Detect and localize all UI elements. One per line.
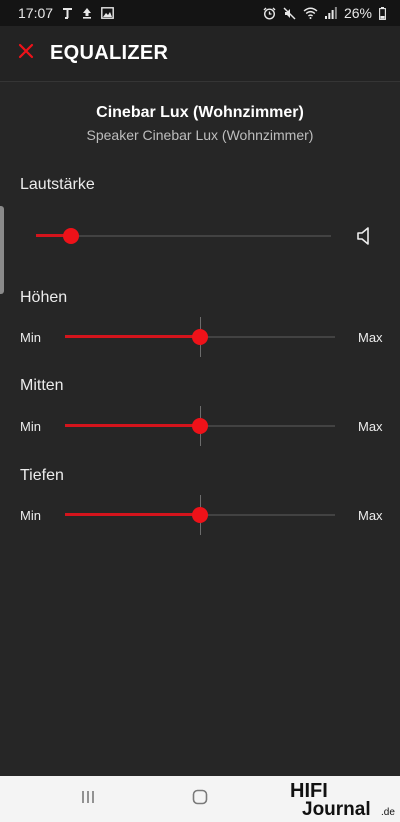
mid-slider[interactable] (65, 406, 335, 446)
mid-label: Mitten (20, 377, 64, 394)
volume-slider[interactable] (36, 216, 331, 256)
wifi-icon (303, 7, 318, 19)
mid-fill (65, 424, 200, 427)
treble-thumb[interactable] (192, 329, 208, 345)
bass-max-label: Max (358, 508, 383, 523)
speaker-icon[interactable] (356, 226, 374, 246)
app-bar: EQUALIZER (0, 26, 400, 82)
status-bar: 17:07 26% (0, 0, 400, 26)
treble-min-label: Min (20, 330, 41, 345)
battery-percent: 26% (343, 5, 372, 21)
bass-slider[interactable] (65, 495, 335, 535)
page-title: EQUALIZER (50, 42, 169, 64)
mid-thumb[interactable] (192, 418, 208, 434)
notification-t-icon (62, 7, 73, 19)
close-button[interactable] (0, 26, 50, 82)
device-info: Cinebar Lux (Wohnzimmer) Speaker Cinebar… (0, 104, 400, 143)
close-icon (18, 43, 34, 64)
signal-icon (324, 7, 337, 19)
treble-slider[interactable] (65, 317, 335, 357)
bass-fill (65, 513, 200, 516)
battery-icon (379, 6, 386, 20)
home-icon (192, 789, 208, 810)
hifi-journal-logo: HIFI Journal .de (290, 778, 398, 820)
home-button[interactable] (188, 786, 212, 812)
treble-max-label: Max (358, 330, 383, 345)
svg-text:Journal: Journal (302, 799, 371, 820)
status-time: 17:07 (18, 5, 54, 21)
volume-label: Lautstärke (20, 176, 95, 193)
upload-icon (82, 7, 92, 19)
mid-min-label: Min (20, 419, 41, 434)
bass-min-label: Min (20, 508, 41, 523)
mute-icon (283, 7, 296, 20)
image-icon (101, 7, 114, 19)
device-subtitle: Speaker Cinebar Lux (Wohnzimmer) (86, 127, 314, 143)
mid-max-label: Max (358, 419, 383, 434)
device-name: Cinebar Lux (Wohnzimmer) (96, 104, 304, 121)
bass-thumb[interactable] (192, 507, 208, 523)
recents-icon (80, 789, 96, 810)
bass-label: Tiefen (20, 467, 64, 484)
volume-track (36, 235, 331, 237)
treble-fill (65, 335, 200, 338)
drawer-handle[interactable] (0, 206, 4, 294)
recents-button[interactable] (76, 786, 100, 812)
alarm-icon (263, 7, 276, 20)
volume-thumb[interactable] (63, 228, 80, 244)
treble-label: Höhen (20, 289, 68, 306)
svg-text:.de: .de (381, 807, 395, 818)
